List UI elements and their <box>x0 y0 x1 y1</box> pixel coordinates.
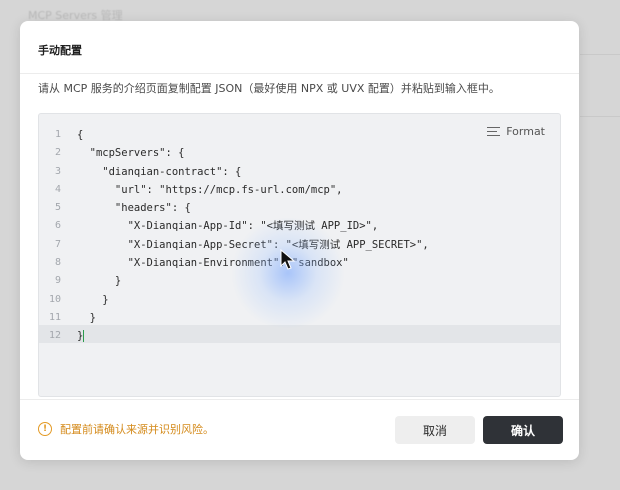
line-number: 10 <box>48 293 61 305</box>
line-number-gutter: 1 2 3 4 5 6 7 8 9 10 11 12 <box>39 126 67 346</box>
line-number: 4 <box>54 183 61 195</box>
warning-circle-icon: ! <box>38 422 52 436</box>
line-number: 3 <box>54 165 61 177</box>
code-line: "headers": { <box>77 202 191 215</box>
manual-config-dialog: 手动配置 请从 MCP 服务的介绍页面复制配置 JSON（最好使用 NPX 或 … <box>20 21 579 460</box>
code-line: "X-Dianqian-App-Id": "<填写测试 APP_ID>", <box>77 220 379 233</box>
footer-divider <box>20 399 579 400</box>
code-line: "X-Dianqian-Environment": "sandbox" <box>77 257 349 270</box>
dialog-description: 请从 MCP 服务的介绍页面复制配置 JSON（最好使用 NPX 或 UVX 配… <box>38 82 500 95</box>
header-divider <box>20 73 579 74</box>
line-number: 11 <box>48 311 61 323</box>
line-number: 7 <box>54 238 61 250</box>
code-line: } <box>77 275 122 288</box>
line-number: 5 <box>54 202 61 214</box>
confirm-button[interactable]: 确认 <box>483 416 563 444</box>
code-line: "X-Dianqian-App-Secret": "<填写测试 APP_SECR… <box>77 238 429 251</box>
text-caret <box>83 330 85 343</box>
line-number: 8 <box>54 257 61 269</box>
json-editor[interactable]: 1 2 3 4 5 6 7 8 9 10 11 12 { "mcpServers… <box>38 113 561 397</box>
warning-text: 配置前请确认来源并识别风险。 <box>60 423 214 436</box>
code-line: "url": "https://mcp.fs-url.com/mcp", <box>77 183 343 196</box>
line-number: 9 <box>54 275 61 287</box>
cancel-button[interactable]: 取消 <box>395 416 475 444</box>
format-button-label: Format <box>506 125 545 138</box>
dialog-title: 手动配置 <box>38 44 82 57</box>
line-number: 6 <box>54 220 61 232</box>
format-lines-icon <box>487 126 501 137</box>
background-divider <box>580 116 620 117</box>
code-line: "mcpServers": { <box>77 147 185 160</box>
risk-warning: ! 配置前请确认来源并识别风险。 <box>38 421 214 437</box>
code-line: } <box>77 311 96 324</box>
line-number: 2 <box>54 147 61 159</box>
code-line: } <box>77 293 109 306</box>
code-area[interactable]: { "mcpServers": { "dianqian-contract": {… <box>77 126 560 346</box>
format-button[interactable]: Format <box>487 125 545 138</box>
code-line-last: } <box>77 327 560 345</box>
background-divider <box>580 54 620 55</box>
code-line: "dianqian-contract": { <box>77 165 242 178</box>
line-number: 12 <box>48 330 61 342</box>
line-number: 1 <box>54 129 61 140</box>
